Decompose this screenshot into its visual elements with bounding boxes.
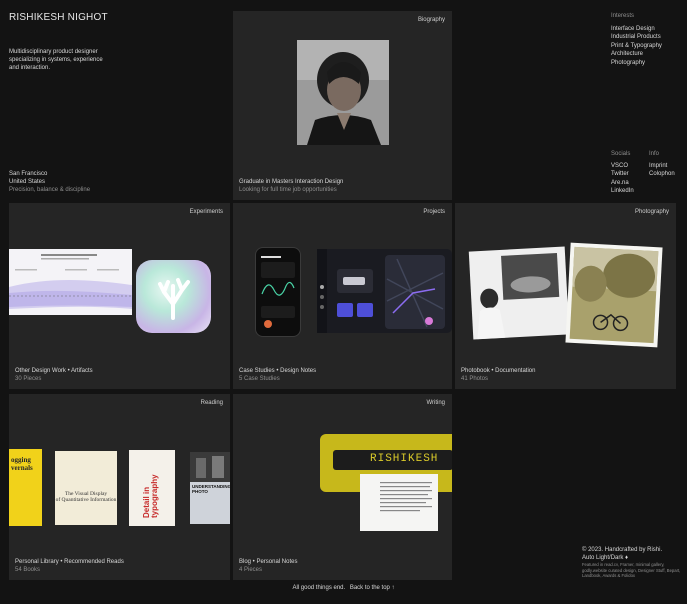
featured-text: Featured in read.cv, Framer, minimal gal… — [582, 562, 681, 579]
reading-count: 54 Books — [15, 566, 41, 573]
back-to-top-link[interactable]: Back to the top ↑ — [350, 585, 395, 591]
socials-list: Socials VSCO Twitter Are.na LinkedIn — [611, 150, 634, 196]
writing-tag: Writing — [426, 400, 445, 406]
writing-paper-lines — [380, 482, 432, 512]
photo-print-1 — [468, 246, 570, 340]
biography-line1: Graduate in Masters Interaction Design — [239, 178, 344, 185]
social-link-vsco[interactable]: VSCO — [611, 162, 634, 171]
biography-card[interactable]: Biography Graduate in Masters Interactio… — [233, 11, 452, 200]
book-cover-3: Detail in typography — [129, 450, 175, 526]
theme-toggle[interactable]: Auto Light/Dark ♦ — [582, 554, 682, 562]
projects-count: 5 Case Studies — [239, 375, 280, 382]
reading-card[interactable]: Reading ogging vernals The Visual Displa… — [9, 394, 230, 580]
book-cover-1: ogging vernals — [9, 449, 42, 526]
social-link-twitter[interactable]: Twitter — [611, 170, 634, 179]
info-heading: Info — [649, 151, 660, 157]
social-link-linkedin[interactable]: LinkedIn — [611, 187, 634, 196]
interest-item: Interface Design — [611, 25, 655, 32]
projects-caption: Case Studies • Design Notes 5 Case Studi… — [239, 367, 316, 383]
book-cover-2: The Visual Display of Quantitative Infor… — [55, 451, 117, 525]
social-link-arena[interactable]: Are.na — [611, 179, 634, 188]
reading-tag: Reading — [200, 400, 223, 406]
writing-card[interactable]: Writing RISHIKESH Blog • Personal Notes … — [233, 394, 452, 580]
interests-list: Interests Interface Design Industrial Pr… — [611, 12, 662, 67]
location-country: United States — [9, 179, 46, 186]
dashboard-mockup — [317, 249, 452, 333]
phone-screen-illustration — [261, 256, 295, 328]
photo-print-2-illustration — [569, 246, 659, 344]
biography-caption: Graduate in Masters Interaction Design L… — [239, 178, 343, 194]
photography-caption: Photobook • Documentation 41 Photos — [461, 367, 535, 383]
projects-tag: Projects — [423, 209, 445, 215]
writing-sign-text: RISHIKESH — [370, 453, 439, 465]
writing-caption: Blog • Personal Notes 4 Pieces — [239, 558, 297, 574]
biography-tag: Biography — [417, 17, 445, 23]
photography-card[interactable]: Photography Photobook • Documentation 41… — [455, 203, 676, 389]
footer-credits: © 2023. Handcrafted by Rishi. Auto Light… — [582, 546, 682, 579]
portrait-illustration — [297, 40, 389, 145]
info-list: Info Imprint Colophon — [649, 150, 675, 179]
phone-mockup — [255, 247, 301, 337]
portrait-photo — [297, 40, 389, 145]
writing-count: 4 Pieces — [239, 566, 263, 573]
writing-paper — [360, 474, 438, 531]
end-text: All good things end. — [292, 585, 346, 591]
dashboard-illustration — [317, 249, 445, 333]
experiments-title: Other Design Work • Artifacts — [15, 367, 93, 374]
experiments-caption: Other Design Work • Artifacts 30 Pieces — [15, 367, 93, 383]
artifact-chart-illustration — [9, 254, 132, 309]
app-icon-image — [136, 260, 211, 333]
book-cover-4: UNDERSTANDING PHOTO — [190, 452, 230, 524]
tagline: Multidisciplinary product designer speci… — [9, 49, 103, 72]
writing-title: Blog • Personal Notes — [239, 558, 298, 565]
interest-item: Architecture — [611, 51, 644, 58]
experiments-card[interactable]: Experiments Other Design Work • Artifact… — [9, 203, 230, 389]
artifact-chart-image — [9, 249, 132, 315]
projects-title: Case Studies • Design Notes — [239, 367, 317, 374]
location-city: San Francisco — [9, 171, 48, 177]
interest-item: Photography — [611, 59, 646, 66]
interests-heading: Interests — [611, 13, 635, 19]
experiments-count: 30 Pieces — [15, 375, 42, 382]
book-1-title: ogging vernals — [11, 456, 33, 472]
colophon-link[interactable]: Colophon — [649, 170, 675, 179]
biography-line2: Looking for full time job opportunities — [239, 186, 337, 193]
projects-card[interactable]: Projects Case Studies • Design Notes 5 C… — [233, 203, 452, 389]
book-2-subtitle: of Quantitative Information — [55, 497, 117, 503]
experiments-tag: Experiments — [189, 209, 223, 215]
reading-title: Personal Library • Recommended Reads — [15, 558, 124, 565]
location-block: San Francisco United States Precision, b… — [9, 170, 90, 194]
book-4-title: UNDERSTANDING PHOTO — [192, 484, 230, 494]
interest-item: Print & Typography — [611, 42, 662, 49]
book-3-title: Detail in typography — [142, 474, 159, 518]
interest-item: Industrial Products — [611, 34, 661, 41]
coral-icon — [158, 278, 190, 320]
imprint-link[interactable]: Imprint — [649, 162, 675, 171]
photo-print-1-illustration — [477, 252, 560, 340]
photo-print-2 — [565, 242, 663, 348]
copyright-text: © 2023. Handcrafted by Rishi. — [582, 547, 663, 553]
socials-heading: Socials — [611, 151, 631, 157]
site-name[interactable]: RISHIKESH NIGHOT — [9, 11, 108, 25]
footer-end: All good things end. Back to the top ↑ — [0, 585, 687, 591]
location-motto: Precision, balance & discipline — [9, 187, 91, 194]
photography-tag: Photography — [634, 209, 669, 215]
reading-caption: Personal Library • Recommended Reads 54 … — [15, 558, 124, 574]
photography-title: Photobook • Documentation — [461, 367, 536, 374]
book-4-photo — [190, 452, 230, 482]
photography-count: 41 Photos — [461, 375, 489, 382]
